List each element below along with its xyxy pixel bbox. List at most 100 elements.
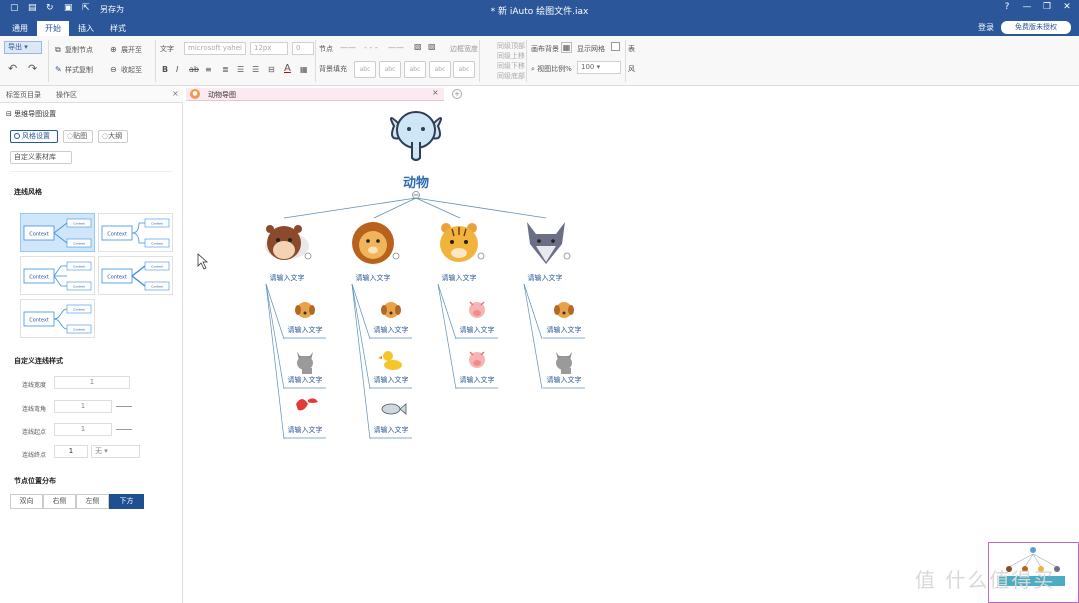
layout-right[interactable]: 右侧 [43,494,76,509]
collapse-toggle-icon[interactable] [304,252,312,260]
copy-node-button[interactable]: 复制节点 [65,45,93,55]
tab-operation-area[interactable]: 操作区 [56,90,77,100]
canvas-bg-picker-icon[interactable]: ▦ [561,42,572,53]
dog-icon[interactable] [381,302,401,318]
line-dashed-icon[interactable]: - - - [364,43,378,53]
outline-button[interactable]: ◌大纲 [98,130,128,143]
leaf-node-label[interactable]: 请输入文字 [460,325,495,334]
pig-icon[interactable] [469,301,485,318]
close-icon[interactable]: × [172,89,179,98]
trial-license-button[interactable]: 免费版未授权 [1001,21,1071,34]
font-size-select[interactable]: 12px [250,42,288,55]
letter-spacing-select[interactable]: 0 [292,42,314,55]
layout-bottom[interactable]: 下方 [109,494,144,509]
show-grid-checkbox[interactable] [611,42,620,51]
duck-icon[interactable] [378,351,402,370]
leaf-node-label[interactable]: 请输入文字 [374,425,409,434]
dog-icon[interactable] [295,302,315,318]
line-style-option[interactable]: Context Context Context [20,299,95,338]
leaf-node-label[interactable]: 请输入文字 [547,375,582,384]
collapse-toggle-icon[interactable] [563,252,571,260]
collapse-toggle-icon[interactable] [392,252,400,260]
strikethrough-icon[interactable]: ab [189,65,199,75]
close-button[interactable]: ✕ [1060,2,1074,12]
font-family-select[interactable]: microsoft yahei [184,42,246,55]
italic-icon[interactable]: I [176,65,178,75]
tab-style[interactable]: 样式 [104,21,132,36]
line-end-select[interactable]: 无 ▾ [91,445,140,458]
line-thick-icon[interactable]: —— [388,43,404,53]
line-height-icon[interactable]: ☰ [252,65,259,75]
line-style-option[interactable]: Context Context Context [20,213,95,252]
leaf-node-label[interactable]: 请输入文字 [288,375,323,384]
style-settings-button[interactable]: 风格设置 [10,130,58,143]
bold-icon[interactable]: B [162,65,168,75]
login-link[interactable]: 登录 [978,22,994,33]
line-style-option[interactable]: Context Context Context [20,256,95,295]
export-button[interactable]: 导出 ▾ [4,41,42,54]
paragraph-icon[interactable]: ⊟ [268,65,275,75]
help-icon[interactable]: ? [1000,2,1014,12]
tab-insert[interactable]: 插入 [72,21,100,36]
redo-icon[interactable]: ↷ [28,63,37,74]
theme-style-button[interactable]: 风 [628,64,635,74]
leaf-node-label[interactable]: 请输入文字 [374,375,409,384]
maximize-button[interactable]: ❐ [1040,2,1054,12]
tiger-icon[interactable] [440,223,478,262]
border-width-label[interactable]: 边框宽度 [450,44,478,54]
layout-both-sides[interactable]: 双向 [10,494,43,509]
collapse-toggle-icon[interactable] [477,252,485,260]
hamster-icon[interactable] [265,225,309,260]
background-fill-button[interactable]: 背景填充 [319,64,347,74]
root-node-label[interactable]: 动物 [403,175,429,191]
elephant-icon[interactable] [389,111,443,161]
fill-picture-icon[interactable]: ▧ [414,42,422,52]
align-left-icon[interactable]: ≡ [205,65,212,75]
border-picture-icon[interactable]: ▨ [428,42,436,52]
view-scale-select[interactable]: 100 ▾ [577,61,621,74]
line-start-input[interactable]: 1 [54,423,112,436]
cat-icon[interactable] [297,352,313,374]
align-center-icon[interactable]: ≣ [222,65,229,75]
align-sibling-top[interactable]: 同级顶部 [497,41,525,51]
line-width-input[interactable]: 1 [54,376,130,389]
leaf-node-label[interactable]: 请输入文字 [460,375,495,384]
leaf-node-label[interactable]: 请输入文字 [547,325,582,334]
style-swatch[interactable]: abc [354,61,376,78]
category-node-label[interactable]: 请输入文字 [270,273,305,282]
mindmap-settings-title[interactable]: ⊟ 思维导图设置 [6,109,56,119]
canvas-area[interactable]: ● 动物导图 × + 动物 请输入文字 请输入文字 请输入文字 请输入文字 请输… [184,86,1079,603]
wolf-icon[interactable] [527,222,565,264]
layout-left[interactable]: 左侧 [76,494,109,509]
minimize-button[interactable]: — [1020,2,1034,12]
line-corner-input[interactable]: 1 [54,400,112,413]
line-solid-icon[interactable]: —— [340,43,356,53]
lion-icon[interactable] [352,222,394,264]
line-style-option[interactable]: Context Context Context [98,256,173,295]
fish-icon[interactable] [381,403,407,415]
line-end-input[interactable]: 1 [54,445,88,458]
line-style-option[interactable]: Context Context Context [98,213,173,252]
cat-icon[interactable] [556,352,572,374]
leaf-node-label[interactable]: 请输入文字 [288,425,323,434]
tab-general[interactable]: 通用 [6,21,34,36]
sticker-button[interactable]: ◌贴图 [63,130,93,143]
leaf-node-label[interactable]: 请输入文字 [374,325,409,334]
style-swatch[interactable]: abc [379,61,401,78]
tab-page-directory[interactable]: 标签页目录 [6,90,41,100]
undo-icon[interactable]: ↶ [8,63,17,74]
dog-icon[interactable] [554,302,574,318]
collapse-to-button[interactable]: 收起至 [121,65,142,75]
table-style-button[interactable]: 表 [628,44,635,54]
align-sibling-up[interactable]: 同级上移 [497,51,525,61]
expand-to-button[interactable]: 展开至 [121,45,142,55]
style-swatch[interactable]: abc [404,61,426,78]
highlight-icon[interactable]: ▦ [300,65,308,75]
category-node-label[interactable]: 请输入文字 [442,273,477,282]
canvas-background-label[interactable]: 画布背景 [531,44,559,54]
category-node-label[interactable]: 请输入文字 [528,273,563,282]
category-node-label[interactable]: 请输入文字 [356,273,391,282]
format-copy-button[interactable]: 样式复制 [65,65,93,75]
custom-library-button[interactable]: 自定义素材库 [10,151,72,164]
tab-home[interactable]: 开始 [37,21,69,36]
